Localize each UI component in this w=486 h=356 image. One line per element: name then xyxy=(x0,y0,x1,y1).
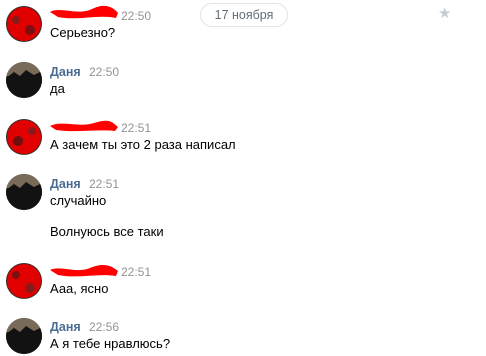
message-text: случайно xyxy=(50,193,107,208)
date-separator: 17 ноября xyxy=(200,3,288,27)
message-time: 22:51 xyxy=(89,177,120,191)
message-text: Ааа, ясно xyxy=(50,281,109,296)
message-time: 22:50 xyxy=(89,65,120,79)
message-time: 22:50 xyxy=(121,9,152,23)
redacted-sender-name xyxy=(50,120,118,132)
redacted-sender-name xyxy=(50,264,118,277)
message-text: Волнуюсь все таки xyxy=(50,224,164,239)
message-time: 22:51 xyxy=(121,121,152,135)
message-text: А я тебе нравлюсь? xyxy=(50,336,171,351)
star-icon[interactable]: ★ xyxy=(438,4,451,22)
avatar[interactable] xyxy=(6,62,42,98)
avatar[interactable] xyxy=(6,119,42,155)
avatar[interactable] xyxy=(6,263,42,299)
avatar[interactable] xyxy=(6,318,42,354)
message-time: 22:56 xyxy=(89,320,120,334)
avatar[interactable] xyxy=(6,6,42,42)
sender-name[interactable]: Даня xyxy=(50,177,81,191)
redacted-sender-name xyxy=(50,5,118,19)
message-text: да xyxy=(50,81,65,96)
message-text: А зачем ты это 2 раза написал xyxy=(50,137,236,152)
sender-name[interactable]: Даня xyxy=(50,65,81,79)
sender-name[interactable]: Даня xyxy=(50,320,81,334)
message-time: 22:51 xyxy=(121,265,152,279)
message-text: Серьезно? xyxy=(50,25,116,40)
avatar[interactable] xyxy=(6,174,42,210)
